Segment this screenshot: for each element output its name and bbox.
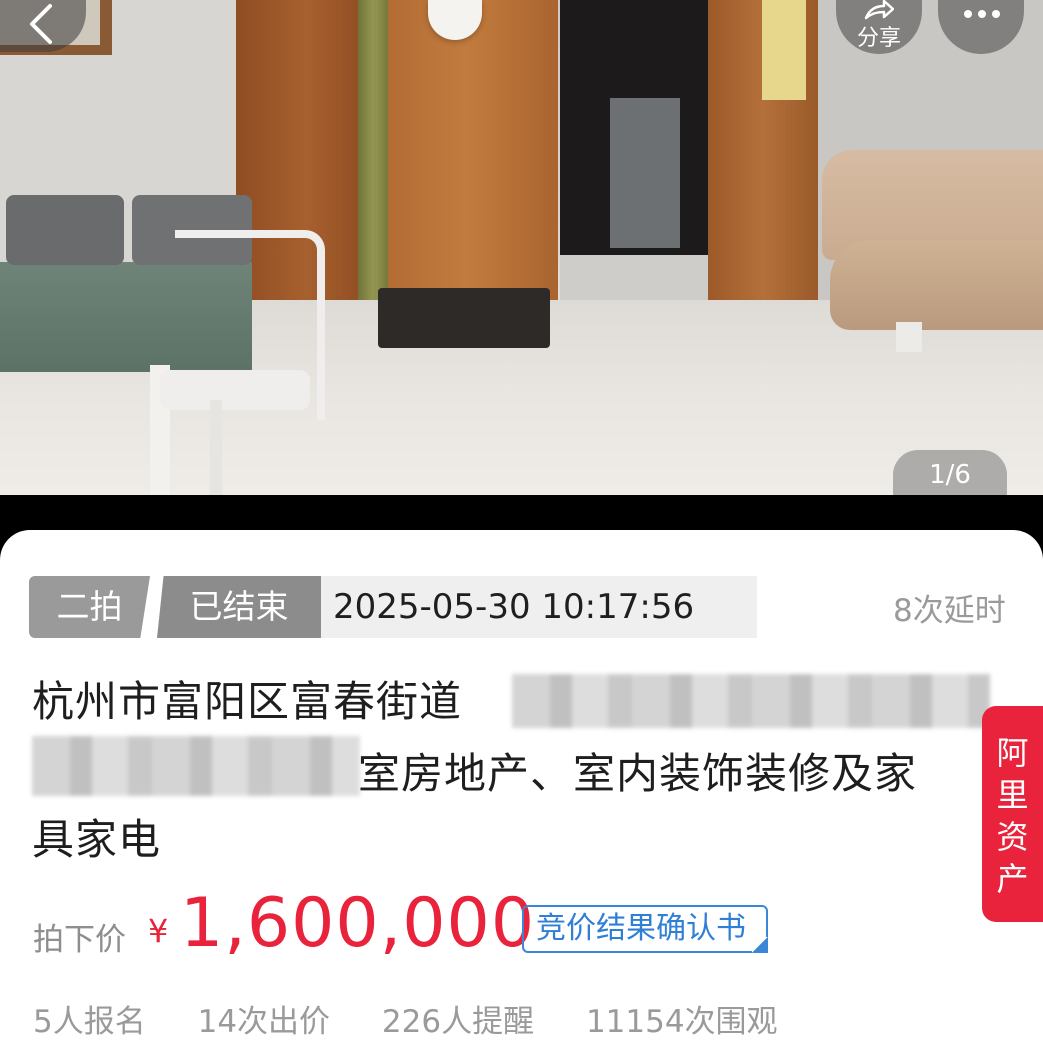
photo-wood-panel: [376, 0, 558, 310]
price-label: 拍下价: [33, 922, 126, 958]
extension-count: 8次延时: [893, 593, 1006, 629]
photo-sofa-leg: [896, 322, 922, 352]
brand-tab-label: 阿里资产: [996, 734, 1029, 898]
status-badge: 已结束: [157, 576, 321, 638]
bid-count: 14次出价: [197, 1004, 331, 1040]
share-label: 分享: [856, 26, 901, 51]
redacted-text: [512, 674, 990, 728]
signup-count: 5人报名: [33, 1004, 146, 1040]
photo-white-chair-seat: [160, 370, 310, 410]
photo-sofa-seat: [830, 240, 1043, 330]
more-dots-icon: [992, 10, 1000, 18]
photo-poster: [762, 0, 806, 100]
reminder-count: 226人提醒: [381, 1004, 535, 1040]
photo-doorway-inner: [610, 98, 680, 248]
redacted-text: [32, 736, 360, 796]
more-dots-icon: [978, 10, 986, 18]
view-count: 11154次围观: [585, 1004, 778, 1040]
photo-pager: 1/6: [893, 450, 1007, 495]
brand-tab-ali-assets[interactable]: 阿里资产: [982, 706, 1043, 922]
listing-title-line1: 杭州市富阳区富春街道: [32, 677, 463, 726]
round-tag: 二拍: [29, 576, 150, 638]
share-button[interactable]: 分享: [836, 0, 922, 54]
photo-white-chair-leg: [210, 400, 222, 495]
listing-title-line2: 室房地产、室内装饰装修及家: [358, 749, 918, 798]
share-icon: [864, 0, 894, 20]
end-time: 2025-05-30 10:17:56: [321, 576, 757, 638]
photo-doorway-floor: [560, 255, 708, 300]
photo-cushion: [378, 288, 550, 348]
price-currency: ¥: [148, 912, 169, 950]
result-confirmation-link[interactable]: 竞价结果确认书: [522, 905, 768, 953]
more-dots-icon: [964, 10, 972, 18]
listing-photo[interactable]: 分享 1/6: [0, 0, 1043, 495]
chevron-left-icon: [30, 4, 52, 44]
photo-chair: [6, 195, 124, 265]
final-price: 1,600,000: [180, 884, 536, 963]
photo-plant-strip: [358, 0, 388, 330]
listing-title-line3: 具家电: [32, 815, 162, 864]
auction-stats: 5人报名 14次出价 226人提醒 11154次围观: [33, 996, 820, 1041]
